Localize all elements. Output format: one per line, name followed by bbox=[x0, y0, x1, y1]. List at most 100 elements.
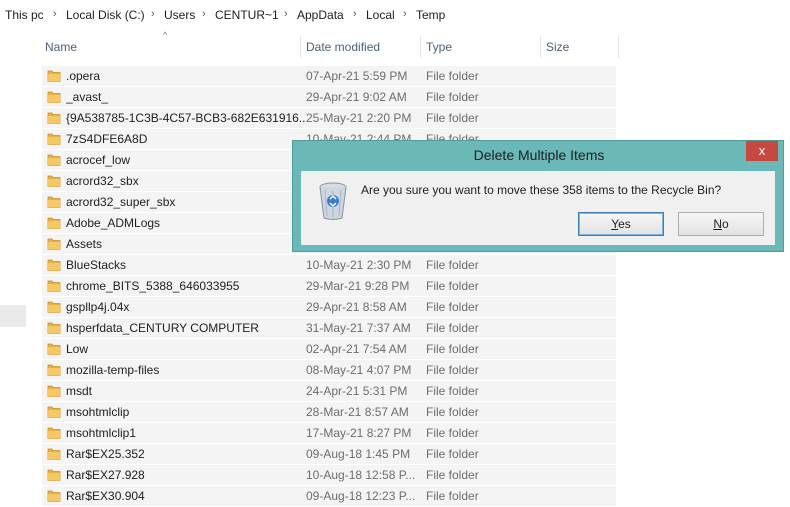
chevron-right-icon[interactable]: › bbox=[353, 8, 357, 20]
list-item[interactable]: chrome_BITS_5388_646033955 29-Mar-21 9:28… bbox=[42, 276, 616, 297]
file-name: {9A538785-1C3B-4C57-BCB3-682E631916... bbox=[66, 111, 306, 125]
file-name: Rar$EX27.928 bbox=[66, 468, 145, 482]
file-type: File folder bbox=[426, 405, 479, 419]
navigation-pane[interactable] bbox=[0, 30, 26, 506]
nav-selected-item[interactable] bbox=[0, 305, 26, 327]
file-date-modified: 10-May-21 2:30 PM bbox=[306, 258, 412, 272]
file-date-modified: 02-Apr-21 7:54 AM bbox=[306, 342, 407, 356]
folder-icon bbox=[47, 364, 61, 376]
delete-multiple-items-dialog: Delete Multiple Items x Are you sure you… bbox=[292, 140, 784, 252]
file-name: Rar$EX30.904 bbox=[66, 489, 145, 503]
chevron-right-icon[interactable]: › bbox=[53, 8, 57, 20]
breadcrumb-appdata[interactable]: AppData bbox=[297, 8, 344, 22]
column-header-type[interactable]: Type bbox=[426, 40, 452, 54]
folder-icon bbox=[47, 448, 61, 460]
folder-icon bbox=[47, 427, 61, 439]
file-type: File folder bbox=[426, 363, 479, 377]
file-name: gspllp4j.04x bbox=[66, 300, 130, 314]
folder-icon bbox=[47, 469, 61, 481]
folder-icon bbox=[47, 154, 61, 166]
no-button[interactable]: No bbox=[678, 212, 764, 236]
list-item[interactable]: Rar$EX30.904 09-Aug-18 12:23 P... File fol… bbox=[42, 486, 616, 507]
list-item[interactable]: hsperfdata_CENTURY COMPUTER 31-May-21 7:3… bbox=[42, 318, 616, 339]
file-date-modified: 10-Aug-18 12:58 P... bbox=[306, 468, 416, 482]
file-name: acrord32_super_sbx bbox=[66, 195, 176, 209]
file-name: Adobe_ADMLogs bbox=[66, 216, 161, 230]
chevron-right-icon[interactable]: › bbox=[284, 8, 288, 20]
chevron-right-icon[interactable]: › bbox=[202, 8, 206, 20]
list-item[interactable]: _avast_ 29-Apr-21 9:02 AM File folder bbox=[42, 87, 616, 108]
column-divider[interactable] bbox=[540, 36, 541, 58]
list-item[interactable]: {9A538785-1C3B-4C57-BCB3-682E631916... 25… bbox=[42, 108, 616, 129]
file-name: Assets bbox=[66, 237, 103, 251]
close-button[interactable]: x bbox=[746, 141, 778, 161]
list-item[interactable]: msohtmlclip1 17-May-21 8:27 PM File folder bbox=[42, 423, 616, 444]
file-name: _avast_ bbox=[66, 90, 109, 104]
file-name: acrord32_sbx bbox=[66, 174, 139, 188]
breadcrumb-temp[interactable]: Temp bbox=[416, 8, 445, 22]
breadcrumb-centur[interactable]: CENTUR~1 bbox=[215, 8, 279, 22]
folder-icon bbox=[47, 91, 61, 103]
no-mnemonic: N bbox=[713, 217, 722, 231]
list-item[interactable]: BlueStacks 10-May-21 2:30 PM File folder bbox=[42, 255, 616, 276]
file-type: File folder bbox=[426, 468, 479, 482]
no-label: o bbox=[721, 217, 729, 231]
list-item[interactable]: Low 02-Apr-21 7:54 AM File folder bbox=[42, 339, 616, 360]
column-divider[interactable] bbox=[420, 36, 421, 58]
column-divider[interactable] bbox=[618, 36, 619, 58]
folder-icon bbox=[47, 112, 61, 124]
file-date-modified: 09-Aug-18 12:23 P... bbox=[306, 489, 416, 503]
column-header-date-modified[interactable]: Date modified bbox=[306, 40, 380, 54]
file-type: File folder bbox=[426, 384, 479, 398]
list-item[interactable]: Rar$EX27.928 10-Aug-18 12:58 P... File fol… bbox=[42, 465, 616, 486]
file-type: File folder bbox=[426, 342, 479, 356]
breadcrumb-local[interactable]: Local bbox=[366, 8, 395, 22]
breadcrumb-local-disk[interactable]: Local Disk (C:) bbox=[66, 8, 145, 22]
file-type: File folder bbox=[426, 447, 479, 461]
chevron-right-icon[interactable]: › bbox=[403, 8, 407, 20]
column-divider[interactable] bbox=[300, 36, 301, 58]
chevron-right-icon[interactable]: › bbox=[151, 8, 155, 20]
file-type: File folder bbox=[426, 279, 479, 293]
breadcrumb: This pc › Local Disk (C:) › Users › CENT… bbox=[0, 0, 790, 30]
recycle-bin-icon bbox=[319, 182, 347, 220]
folder-icon bbox=[47, 301, 61, 313]
folder-icon bbox=[47, 175, 61, 187]
folder-icon bbox=[47, 280, 61, 292]
file-name: Low bbox=[66, 342, 89, 356]
list-item[interactable]: Rar$EX25.352 09-Aug-18 1:45 PM File folder bbox=[42, 444, 616, 465]
folder-icon bbox=[47, 322, 61, 334]
list-item[interactable]: .opera 07-Apr-21 5:59 PM File folder bbox=[42, 66, 616, 87]
file-date-modified: 29-Mar-21 9:28 PM bbox=[306, 279, 410, 293]
file-name: mozilla-temp-files bbox=[66, 363, 160, 377]
folder-icon bbox=[47, 133, 61, 145]
folder-icon bbox=[47, 196, 61, 208]
list-item[interactable]: gspllp4j.04x 29-Apr-21 8:58 AM File folder bbox=[42, 297, 616, 318]
file-name: chrome_BITS_5388_646033955 bbox=[66, 279, 240, 293]
breadcrumb-users[interactable]: Users bbox=[164, 8, 195, 22]
column-header-name[interactable]: Name bbox=[45, 40, 77, 54]
file-type: File folder bbox=[426, 69, 479, 83]
file-name: msohtmlclip bbox=[66, 405, 130, 419]
file-name: 7zS4DFE6A8D bbox=[66, 132, 148, 146]
column-header-size[interactable]: Size bbox=[546, 40, 569, 54]
dialog-message: Are you sure you want to move these 358 … bbox=[361, 183, 722, 197]
folder-icon bbox=[47, 259, 61, 271]
file-date-modified: 24-Apr-21 5:31 PM bbox=[306, 384, 408, 398]
file-date-modified: 25-May-21 2:20 PM bbox=[306, 111, 412, 125]
file-name: Rar$EX25.352 bbox=[66, 447, 145, 461]
file-type: File folder bbox=[426, 426, 479, 440]
yes-button[interactable]: Yes bbox=[578, 212, 664, 236]
folder-icon bbox=[47, 217, 61, 229]
file-name: msohtmlclip1 bbox=[66, 426, 137, 440]
breadcrumb-this-pc[interactable]: This pc bbox=[5, 8, 44, 22]
list-item[interactable]: msohtmlclip 28-Mar-21 8:57 AM File folder bbox=[42, 402, 616, 423]
folder-icon bbox=[47, 238, 61, 250]
column-headers: Name Date modified Type Size bbox=[0, 30, 620, 64]
file-type: File folder bbox=[426, 300, 479, 314]
list-item[interactable]: mozilla-temp-files 08-May-21 4:07 PM File … bbox=[42, 360, 616, 381]
file-date-modified: 31-May-21 7:37 AM bbox=[306, 321, 411, 335]
file-name: acrocef_low bbox=[66, 153, 131, 167]
list-item[interactable]: msdt 24-Apr-21 5:31 PM File folder bbox=[42, 381, 616, 402]
file-date-modified: 09-Aug-18 1:45 PM bbox=[306, 447, 411, 461]
